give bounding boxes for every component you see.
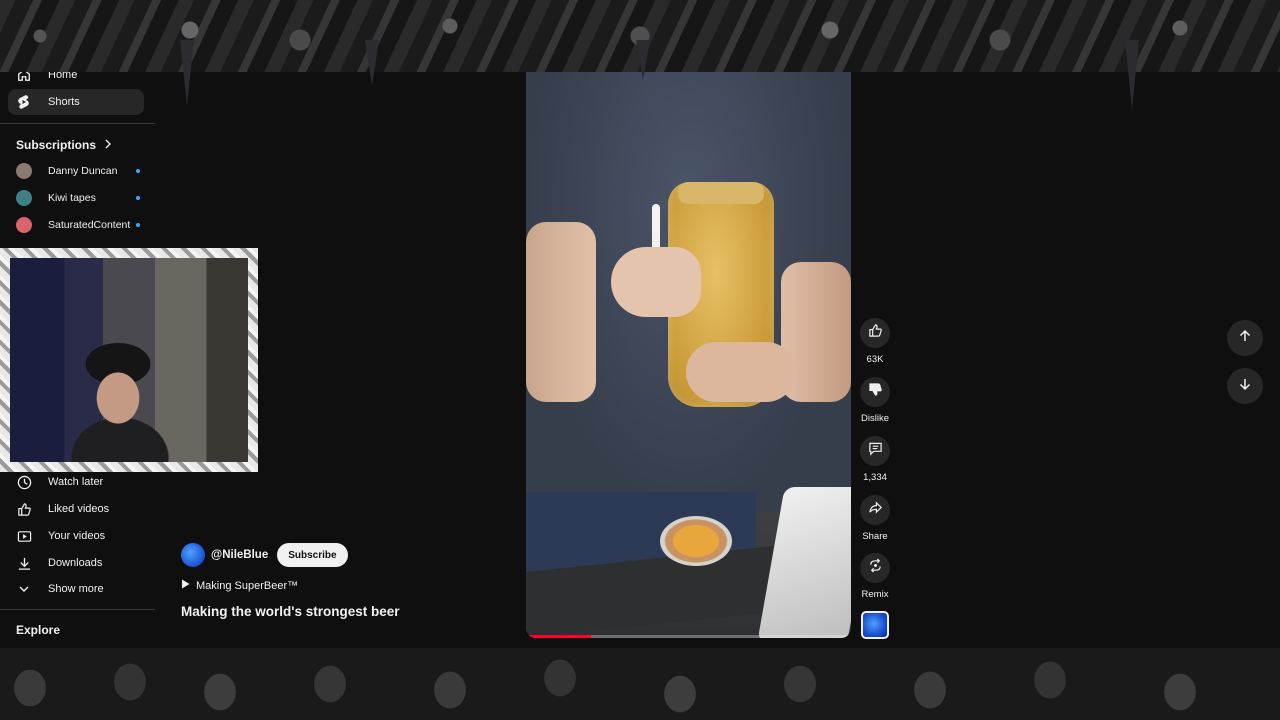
overlay-spike [636, 40, 650, 80]
like-button[interactable] [860, 318, 890, 348]
channel-handle[interactable]: @NileBlue [211, 549, 268, 561]
like-count: 63K [866, 354, 884, 365]
subscriptions-heading[interactable]: Subscriptions [16, 138, 112, 152]
video-scene-lid [660, 516, 732, 566]
overlay-spike [1125, 40, 1139, 110]
avatar [16, 190, 32, 206]
sidebar-item-label: Watch later [48, 476, 104, 488]
sound-thumbnail[interactable] [861, 611, 889, 639]
video-progress-fill [526, 635, 591, 638]
video-scene-jar-neck [678, 182, 764, 204]
share-button[interactable] [860, 495, 890, 525]
sidebar-item-liked-videos[interactable]: Liked videos [8, 496, 144, 522]
subscription-name: Kiwi tapes [48, 192, 96, 204]
new-content-dot [136, 169, 140, 173]
share-label: Share [862, 531, 888, 542]
subscribe-button[interactable]: Subscribe [277, 543, 348, 567]
video-scene-hand [686, 342, 796, 402]
sidebar-item-label: Downloads [48, 557, 103, 569]
download-icon [16, 555, 32, 571]
dislike-action: Dislike [858, 377, 892, 424]
share-action: Share [858, 495, 892, 542]
previous-short-button[interactable] [1227, 320, 1263, 356]
arrow-down-icon [1238, 377, 1252, 396]
arrow-up-icon [1238, 329, 1252, 348]
thumbs-down-icon [868, 382, 883, 402]
explore-heading: Explore [16, 623, 60, 637]
sidebar-item-label: Show more [48, 583, 104, 595]
remix-icon [868, 558, 883, 578]
comment-count: 1,334 [863, 472, 887, 483]
sidebar-item-your-videos[interactable]: Your videos [8, 523, 144, 549]
comments-action: 1,334 [858, 436, 892, 483]
sidebar-item-subscription[interactable]: Kiwi tapes [16, 187, 140, 209]
subscription-name: SaturatedContent [48, 219, 131, 231]
video-progress-bar[interactable] [526, 635, 851, 638]
sidebar-item-label: Liked videos [48, 503, 110, 515]
remix-label: Remix [861, 589, 889, 600]
new-content-dot [136, 223, 140, 227]
play-square-icon [16, 528, 32, 544]
chevron-down-icon [16, 581, 32, 597]
remix-action: Remix [858, 553, 892, 600]
overlay-spike [365, 40, 379, 86]
dislike-label: Dislike [861, 413, 889, 424]
comment-icon [868, 441, 883, 461]
comments-button[interactable] [860, 436, 890, 466]
playlist-link[interactable]: Making SuperBeer™ [181, 579, 298, 592]
sidebar-item-label: Your videos [48, 530, 106, 542]
video-title: Making the world's strongest beer [181, 604, 400, 619]
dislike-button[interactable] [860, 377, 890, 407]
video-scene-hand [611, 247, 701, 317]
overlay-spike [180, 40, 194, 106]
subscription-name: Danny Duncan [48, 165, 118, 177]
divider [0, 609, 155, 610]
sidebar-item-show-more[interactable]: Show more [8, 576, 144, 602]
divider [0, 123, 155, 124]
channel-avatar[interactable] [181, 543, 205, 567]
skull-frame [0, 248, 258, 472]
stream-overlay-bottom [0, 648, 1280, 720]
shorts-icon [16, 94, 32, 110]
streamer-webcam-overlay [0, 248, 258, 472]
sidebar-item-label: Shorts [48, 96, 80, 108]
play-icon [181, 579, 190, 592]
chevron-right-icon [104, 138, 112, 152]
new-content-dot [136, 196, 140, 200]
playlist-label: Making SuperBeer™ [196, 579, 299, 592]
avatar [16, 163, 32, 179]
avatar [16, 217, 32, 233]
short-video-player[interactable] [526, 72, 851, 638]
youtube-shorts-page: Home Shorts Subscriptions Danny Duncan K… [0, 0, 1280, 720]
sidebar-item-shorts[interactable]: Shorts [8, 89, 144, 115]
thumbs-up-icon [16, 501, 32, 517]
share-icon [868, 500, 883, 520]
video-scene-arm [526, 222, 596, 402]
next-short-button[interactable] [1227, 368, 1263, 404]
sidebar-item-subscription[interactable]: SaturatedContent [16, 214, 140, 236]
subscriptions-title: Subscriptions [16, 138, 97, 152]
like-action: 63K [858, 318, 892, 365]
channel-row: @NileBlue Subscribe [181, 543, 348, 567]
sidebar-item-subscription[interactable]: Danny Duncan [16, 160, 140, 182]
clock-icon [16, 474, 32, 490]
sidebar-item-watch-later[interactable]: Watch later [8, 469, 144, 495]
sidebar-item-downloads[interactable]: Downloads [8, 550, 144, 576]
explore-title: Explore [16, 623, 61, 637]
remix-button[interactable] [860, 553, 890, 583]
video-scene-knife [652, 204, 660, 252]
thumbs-up-icon [868, 323, 883, 343]
